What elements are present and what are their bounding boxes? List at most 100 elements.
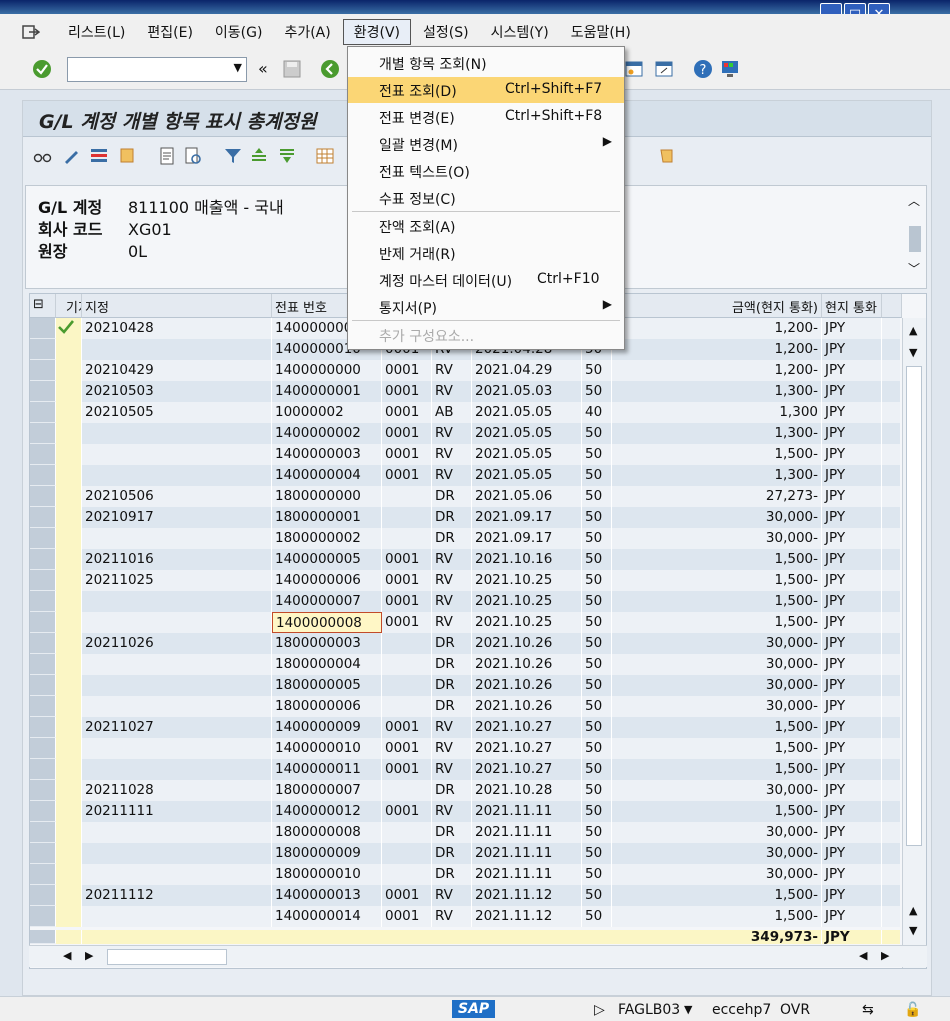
cell-doc-number[interactable]: 1400000010: [272, 738, 382, 759]
table-row[interactable]: 20211025 1400000006 0001 RV 2021.10.25 50 1,50…: [30, 570, 900, 591]
row-selector[interactable]: [30, 402, 56, 423]
cell-doc-number[interactable]: 1800000003: [272, 633, 382, 654]
double-chevron-left-icon[interactable]: «: [258, 59, 268, 78]
pencil-icon[interactable]: [61, 146, 81, 166]
new-window-icon[interactable]: [654, 59, 674, 79]
back-icon[interactable]: [320, 59, 340, 79]
table-row[interactable]: 20211028 1800000007 DR 2021.10.28 50 30,000- J…: [30, 780, 900, 801]
cell-doc-number[interactable]: 1800000002: [272, 528, 382, 549]
table-row[interactable]: 1800000002 DR 2021.09.17 50 30,000- JPY: [30, 528, 900, 549]
table-row[interactable]: 20211016 1400000005 0001 RV 2021.10.16 50 1,50…: [30, 549, 900, 570]
exit-icon[interactable]: [22, 24, 40, 40]
row-selector[interactable]: [30, 570, 56, 591]
column-header-amount[interactable]: 금액(현지 통화): [612, 294, 822, 318]
cell-doc-number[interactable]: 1800000004: [272, 654, 382, 675]
row-selector[interactable]: [30, 318, 56, 339]
column-header-currency[interactable]: 현지 통화: [822, 294, 882, 318]
cell-doc-number[interactable]: 1400000001: [272, 381, 382, 402]
table-icon[interactable]: [315, 146, 335, 166]
cell-doc-number[interactable]: 1400000008: [272, 612, 382, 633]
table-row[interactable]: 1400000010 0001 RV 2021.10.27 50 1,500- JPY: [30, 738, 900, 759]
row-selector[interactable]: [30, 822, 56, 843]
cell-doc-number[interactable]: 1400000007: [272, 591, 382, 612]
column-header-status[interactable]: 기지: [56, 294, 82, 318]
menu-edit[interactable]: 편집(E): [137, 20, 203, 44]
layout-icon[interactable]: [624, 59, 644, 79]
chevron-down-icon[interactable]: ▼: [234, 61, 242, 74]
scroll-thumb[interactable]: [909, 226, 921, 252]
menu-item-check-info[interactable]: 수표 정보(C): [348, 185, 624, 211]
row-selector[interactable]: [30, 780, 56, 801]
cell-doc-number[interactable]: 1400000005: [272, 549, 382, 570]
table-row[interactable]: 20211112 1400000013 0001 RV 2021.11.12 50 1,50…: [30, 885, 900, 906]
table-row[interactable]: 1800000008 DR 2021.11.11 50 30,000- JPY: [30, 822, 900, 843]
menu-item-change-document[interactable]: 전표 변경(E) Ctrl+Shift+F8: [348, 104, 624, 130]
select-all-icon[interactable]: ⊟: [30, 294, 56, 318]
row-selector[interactable]: [30, 864, 56, 885]
header-scrollbar[interactable]: ︿ ﹀: [906, 186, 924, 286]
menu-item-correspondence[interactable]: 통지서(P) ▶: [348, 294, 624, 320]
chevron-up-icon[interactable]: ▲: [909, 324, 917, 337]
table-row[interactable]: 1800000004 DR 2021.10.26 50 30,000- JPY: [30, 654, 900, 675]
menu-environment[interactable]: 환경(V): [342, 19, 411, 45]
cell-doc-number[interactable]: 1400000004: [272, 465, 382, 486]
chevron-down-icon[interactable]: ▼: [909, 346, 917, 359]
grid-horizontal-scrollbar[interactable]: ◀ ▶ ◀ ▶: [29, 945, 927, 967]
sort-descending-icon[interactable]: [277, 146, 297, 166]
table-row[interactable]: 1800000006 DR 2021.10.26 50 30,000- JPY: [30, 696, 900, 717]
table-row[interactable]: 20210505 10000002 0001 AB 2021.05.05 40 1,300 J…: [30, 402, 900, 423]
row-selector[interactable]: [30, 612, 56, 633]
row-selector[interactable]: [30, 591, 56, 612]
row-selector[interactable]: [30, 759, 56, 780]
cell-doc-number[interactable]: 1400000003: [272, 444, 382, 465]
scroll-thumb[interactable]: [107, 949, 227, 965]
row-selector[interactable]: [30, 738, 56, 759]
row-selector[interactable]: [30, 633, 56, 654]
table-row[interactable]: 20210506 1800000000 DR 2021.05.06 50 27,273- J…: [30, 486, 900, 507]
row-selector[interactable]: [30, 423, 56, 444]
menu-extras[interactable]: 추가(A): [274, 20, 340, 44]
row-selector[interactable]: [30, 528, 56, 549]
row-selector[interactable]: [30, 654, 56, 675]
table-row[interactable]: 20210917 1800000001 DR 2021.09.17 50 30,000- J…: [30, 507, 900, 528]
command-field[interactable]: ▼: [67, 57, 247, 82]
transfer-icon[interactable]: ⇆: [862, 1002, 874, 1018]
table-row[interactable]: 1400000004 0001 RV 2021.05.05 50 1,300- JPY: [30, 465, 900, 486]
menu-goto[interactable]: 이동(G): [205, 20, 273, 44]
row-selector[interactable]: [30, 675, 56, 696]
cell-doc-number[interactable]: 1800000000: [272, 486, 382, 507]
chevron-right-icon[interactable]: ▶: [881, 949, 889, 962]
cell-doc-number[interactable]: 1800000005: [272, 675, 382, 696]
chevron-right-icon[interactable]: ▶: [85, 949, 93, 962]
chevron-down-icon[interactable]: ▼: [909, 924, 917, 937]
scroll-thumb[interactable]: [906, 366, 922, 846]
menu-item-display-document[interactable]: 전표 조회(D) Ctrl+Shift+F7: [348, 77, 624, 103]
table-row[interactable]: 1800000010 DR 2021.11.11 50 30,000- JPY: [30, 864, 900, 885]
cell-doc-number[interactable]: 1400000006: [272, 570, 382, 591]
enter-check-icon[interactable]: [32, 59, 52, 79]
row-selector[interactable]: [30, 465, 56, 486]
lock-icon[interactable]: 🔓: [904, 1002, 921, 1018]
cell-doc-number[interactable]: 1400000009: [272, 717, 382, 738]
cell-doc-number[interactable]: 1400000002: [272, 423, 382, 444]
play-icon[interactable]: ▷: [594, 1002, 605, 1018]
cell-doc-number[interactable]: 1400000014: [272, 906, 382, 927]
menu-item-mass-change[interactable]: 일괄 변경(M) ▶: [348, 131, 624, 157]
cell-doc-number[interactable]: 1800000009: [272, 843, 382, 864]
chevron-up-icon[interactable]: ︿: [908, 192, 920, 209]
cell-doc-number[interactable]: 1800000010: [272, 864, 382, 885]
row-selector[interactable]: [30, 360, 56, 381]
row-selector[interactable]: [30, 801, 56, 822]
menu-help[interactable]: 도움말(H): [561, 20, 641, 44]
row-selector[interactable]: [30, 843, 56, 864]
grid-vertical-scrollbar[interactable]: ▲ ▼ ▲ ▼: [902, 318, 926, 968]
cell-doc-number[interactable]: 1400000013: [272, 885, 382, 906]
row-selector[interactable]: [30, 444, 56, 465]
chevron-down-icon[interactable]: ▼: [684, 1003, 692, 1016]
row-selector[interactable]: [30, 549, 56, 570]
table-row[interactable]: 1800000005 DR 2021.10.26 50 30,000- JPY: [30, 675, 900, 696]
column-header-assignment[interactable]: 지정: [82, 294, 272, 318]
table-row[interactable]: 1400000003 0001 RV 2021.05.05 50 1,500- JPY: [30, 444, 900, 465]
filter-icon[interactable]: [223, 146, 243, 166]
menu-item-display-line-items[interactable]: 개별 항목 조회(N): [348, 50, 624, 76]
